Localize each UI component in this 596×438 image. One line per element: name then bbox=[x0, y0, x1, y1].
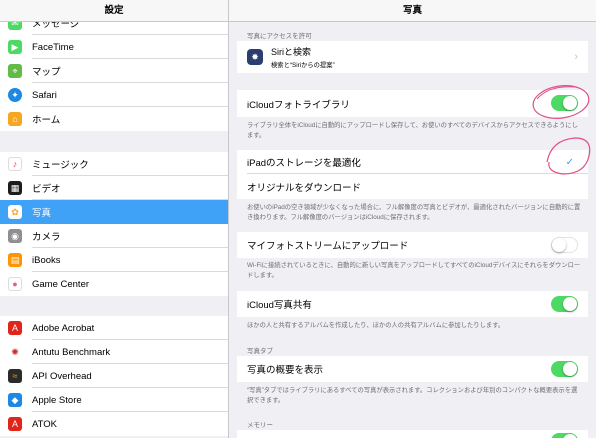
photostream-label: マイフォトストリームにアップロード bbox=[247, 241, 409, 252]
icloud-library-label: iCloudフォトライブラリ bbox=[247, 99, 350, 111]
memories-row bbox=[237, 430, 588, 438]
page-title: 写真 bbox=[229, 0, 596, 22]
photostream-footer: Wi-Fiに接続されているときに、自動的に新しい写真をアップロードしてすべてのi… bbox=[247, 262, 581, 279]
sidebar-item-ibooks[interactable]: ▤ iBooks bbox=[0, 248, 228, 272]
siri-search-row[interactable]: ✸ Siriと検索 検索と“Siriからの提案” › bbox=[237, 41, 588, 73]
icloud-library-toggle[interactable] bbox=[551, 95, 578, 111]
chevron-right-icon: › bbox=[574, 51, 578, 63]
sidebar-item-maps[interactable]: ⌖ マップ bbox=[0, 59, 228, 83]
antutu-icon: ✺ bbox=[8, 345, 22, 359]
adobe-acrobat-icon: A bbox=[8, 321, 22, 335]
sidebar-item-label: Antutu Benchmark bbox=[32, 346, 111, 358]
sidebar-item-label: ATOK bbox=[32, 418, 57, 430]
sidebar-item-label: Safari bbox=[32, 89, 57, 101]
memories-header: メモリー bbox=[247, 422, 273, 429]
siri-subtitle: 検索と“Siriからの提案” bbox=[271, 62, 335, 69]
memories-toggle[interactable] bbox=[551, 433, 578, 438]
shared-albums-label: iCloud写真共有 bbox=[247, 300, 312, 311]
sidebar-item-label: 写真 bbox=[32, 208, 52, 219]
safari-icon: ✦ bbox=[8, 88, 22, 102]
show-summary-label: 写真の概要を表示 bbox=[247, 365, 324, 376]
sidebar-group-1: ✉ メッセージ ▶ FaceTime ⌖ マップ ✦ Safari ⌂ ホーム bbox=[0, 11, 228, 131]
maps-icon: ⌖ bbox=[8, 64, 22, 78]
facetime-icon: ▶ bbox=[8, 40, 22, 54]
sidebar-item-label: ミュージック bbox=[32, 160, 89, 171]
sidebar-item-label: マップ bbox=[32, 67, 61, 78]
optimize-storage-option[interactable]: iPadのストレージを最適化 ✓ bbox=[237, 150, 588, 174]
sidebar-item-label: Game Center bbox=[32, 278, 90, 290]
video-icon: ▦ bbox=[8, 181, 22, 195]
siri-title: Siriと検索 bbox=[271, 47, 311, 57]
shared-albums-footer: ほかの人と共有するアルバムを作成したり、ほかの人の共有アルバムに参加したりします… bbox=[247, 322, 505, 329]
sidebar-group-2: ♪ ミュージック ▦ ビデオ ✿ 写真 ◉ カメラ ▤ iBooks ● Gam… bbox=[0, 152, 228, 296]
icloud-library-footer: ライブラリ全体をiCloudに自動的にアップロードし保存して、お使いのすべてのデ… bbox=[247, 122, 578, 139]
sidebar-item-label: FaceTime bbox=[32, 41, 74, 53]
show-summary-footer: “写真”タブではライブラリにあるすべての写真が表示されます。コレクションおよび年… bbox=[247, 387, 578, 404]
sidebar-item-adobe-acrobat[interactable]: A Adobe Acrobat bbox=[0, 316, 228, 340]
sidebar-item-video[interactable]: ▦ ビデオ bbox=[0, 176, 228, 200]
sidebar-item-facetime[interactable]: ▶ FaceTime bbox=[0, 35, 228, 59]
sidebar-item-label: Adobe Acrobat bbox=[32, 322, 95, 334]
sidebar-title: 設定 bbox=[0, 0, 228, 22]
apple-store-icon: ◆ bbox=[8, 393, 22, 407]
ibooks-icon: ▤ bbox=[8, 253, 22, 267]
access-header: 写真にアクセスを許可 bbox=[247, 33, 312, 40]
checkmark-icon: ✓ bbox=[565, 156, 574, 168]
sidebar-item-safari[interactable]: ✦ Safari bbox=[0, 83, 228, 107]
siri-icon: ✸ bbox=[247, 49, 263, 65]
sidebar-group-3: A Adobe Acrobat ✺ Antutu Benchmark ≈ API… bbox=[0, 316, 228, 436]
music-icon: ♪ bbox=[8, 157, 22, 171]
sidebar-item-label: ビデオ bbox=[32, 184, 61, 195]
sidebar-item-label: ホーム bbox=[32, 115, 61, 126]
show-summary-toggle[interactable] bbox=[551, 361, 578, 377]
download-originals-label: オリジナルをダウンロード bbox=[247, 182, 362, 194]
camera-icon: ◉ bbox=[8, 229, 22, 243]
photos-tab-header: 写真タブ bbox=[247, 348, 273, 355]
sidebar-item-apple-store[interactable]: ◆ Apple Store bbox=[0, 388, 228, 412]
photostream-row: マイフォトストリームにアップロード bbox=[237, 232, 588, 258]
atok-icon: A bbox=[8, 417, 22, 431]
photos-settings-pane: 写真 写真にアクセスを許可 ✸ Siriと検索 検索と“Siriからの提案” ›… bbox=[229, 0, 596, 438]
api-overhead-icon: ≈ bbox=[8, 369, 22, 383]
sidebar-item-api-overhead[interactable]: ≈ API Overhead bbox=[0, 364, 228, 388]
show-summary-row: 写真の概要を表示 bbox=[237, 356, 588, 382]
shared-albums-row: iCloud写真共有 bbox=[237, 291, 588, 317]
sidebar-item-atok[interactable]: A ATOK bbox=[0, 412, 228, 436]
sidebar-item-label: カメラ bbox=[32, 232, 61, 243]
download-originals-option[interactable]: オリジナルをダウンロード bbox=[237, 174, 588, 199]
sidebar-item-label: Apple Store bbox=[32, 394, 82, 406]
home-icon: ⌂ bbox=[8, 112, 22, 126]
sidebar-item-label: API Overhead bbox=[32, 370, 92, 382]
sidebar-item-game-center[interactable]: ● Game Center bbox=[0, 272, 228, 296]
storage-options-group: iPadのストレージを最適化 ✓ オリジナルをダウンロード bbox=[237, 150, 588, 199]
sidebar-item-home[interactable]: ⌂ ホーム bbox=[0, 107, 228, 131]
sidebar-item-antutu[interactable]: ✺ Antutu Benchmark bbox=[0, 340, 228, 364]
icloud-library-row: iCloudフォトライブラリ bbox=[237, 90, 588, 117]
optimize-storage-label: iPadのストレージを最適化 bbox=[247, 158, 361, 169]
storage-footer: お使いのiPadの空き領域が少なくなった場合に、フル解像度の写真とビデオが、最適… bbox=[247, 204, 581, 221]
sidebar-item-music[interactable]: ♪ ミュージック bbox=[0, 152, 228, 176]
game-center-icon: ● bbox=[8, 277, 22, 291]
sidebar-item-photos[interactable]: ✿ 写真 bbox=[0, 200, 228, 224]
sidebar-item-label: iBooks bbox=[32, 254, 61, 266]
sidebar-item-camera[interactable]: ◉ カメラ bbox=[0, 224, 228, 248]
photos-icon: ✿ bbox=[8, 205, 22, 219]
photostream-toggle[interactable] bbox=[551, 237, 578, 253]
settings-sidebar: 設定 ✉ メッセージ ▶ FaceTime ⌖ マップ ✦ Safari ⌂ ホ… bbox=[0, 0, 228, 438]
shared-albums-toggle[interactable] bbox=[551, 296, 578, 312]
